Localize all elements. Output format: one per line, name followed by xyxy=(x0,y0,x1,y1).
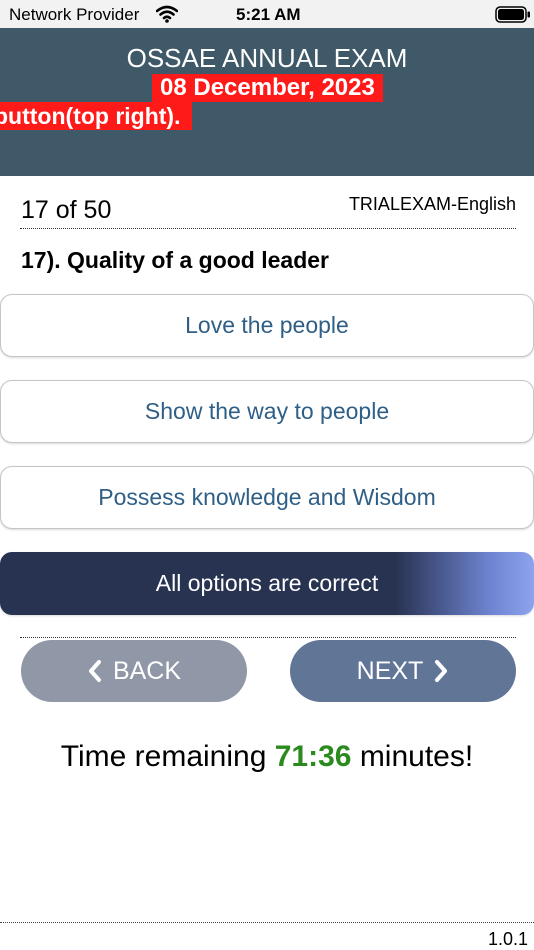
divider xyxy=(20,637,516,638)
carrier-name: Network Provider xyxy=(9,5,140,24)
time-remaining: Time remaining 71:36 minutes! xyxy=(0,740,534,774)
exam-header: OSSAE ANNUAL EXAM 08 December, 2023 butt… xyxy=(0,28,534,176)
exam-name: TRIALEXAM-English xyxy=(348,194,516,214)
status-time: 5:21 AM xyxy=(236,5,301,24)
divider xyxy=(20,228,516,229)
question-text: 17). Quality of a good leader xyxy=(21,247,330,273)
next-label: NEXT xyxy=(356,656,424,685)
app-version: 1.0.1 xyxy=(487,929,528,949)
timer-prefix: Time remaining xyxy=(60,740,275,773)
option-4-button[interactable]: All options are correct xyxy=(0,552,534,615)
option-3-button[interactable]: Possess knowledge and Wisdom xyxy=(0,466,534,529)
wifi-icon xyxy=(156,5,178,23)
status-bar: Network Provider 5:21 AM xyxy=(0,0,534,28)
chevron-left-icon xyxy=(88,660,101,682)
chevron-right-icon xyxy=(435,660,448,682)
battery-icon xyxy=(495,6,530,23)
exam-title: OSSAE ANNUAL EXAM xyxy=(126,43,408,73)
back-label: BACK xyxy=(112,656,182,685)
exam-date: 08 December, 2023 xyxy=(152,74,383,102)
scrolling-notice: button(top right). xyxy=(0,102,193,130)
option-2-button[interactable]: Show the way to people xyxy=(0,380,534,443)
timer-value: 71:36 xyxy=(274,740,352,773)
scrolling-notice-text: button(top right). xyxy=(0,103,181,129)
divider xyxy=(0,922,534,923)
back-button[interactable]: BACK xyxy=(21,640,247,702)
next-button[interactable]: NEXT xyxy=(290,640,516,702)
option-1-button[interactable]: Love the people xyxy=(0,294,534,357)
question-counter: 17 of 50 xyxy=(21,196,112,224)
timer-suffix: minutes! xyxy=(351,740,474,773)
